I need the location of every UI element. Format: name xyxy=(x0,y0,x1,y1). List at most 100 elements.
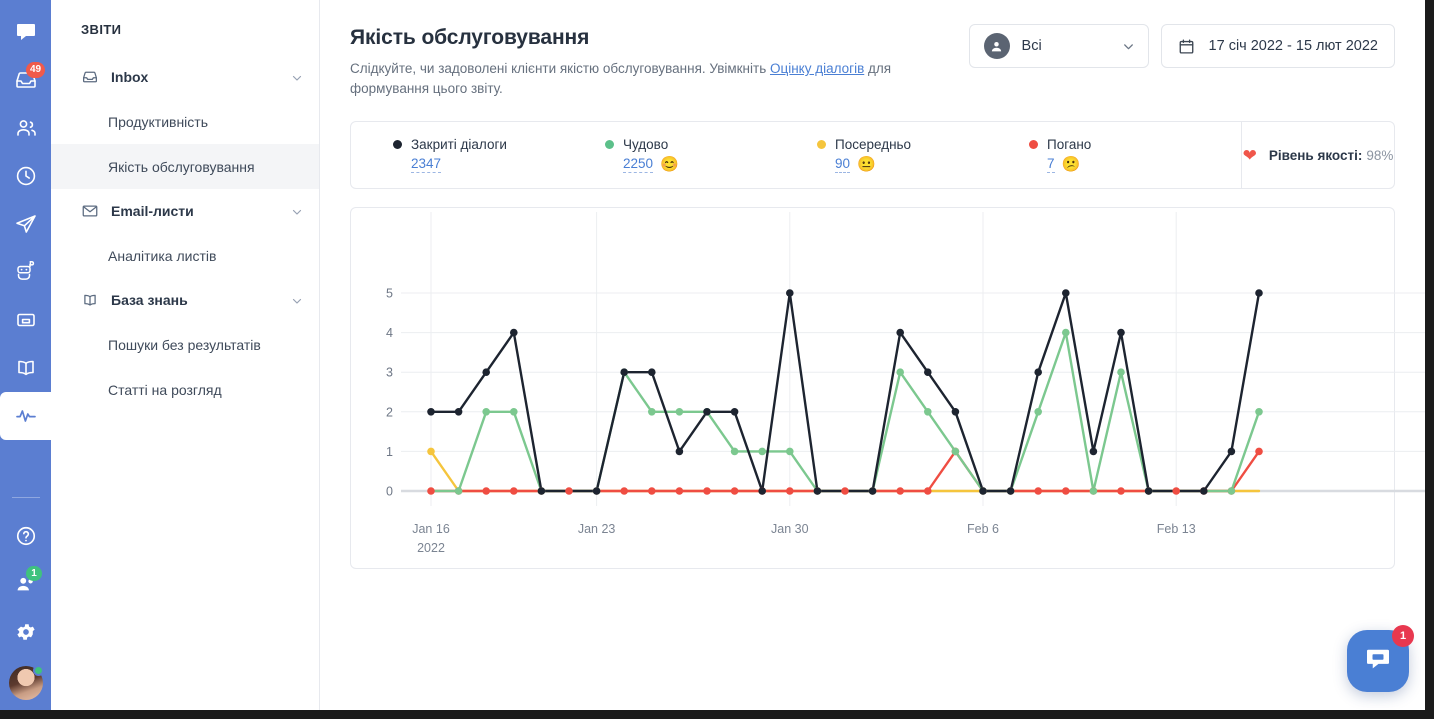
page-header: Якість обслуговування Слідкуйте, чи задо… xyxy=(350,22,1395,99)
rail-item-reports[interactable] xyxy=(0,392,51,440)
sidebar-group-inbox[interactable]: Inbox xyxy=(51,55,319,99)
legend-dot xyxy=(817,140,826,149)
calendar-icon xyxy=(1178,38,1195,55)
chats-icon xyxy=(14,20,38,44)
agent-filter-value: Всі xyxy=(1021,38,1042,54)
inbox-icon xyxy=(81,68,99,86)
online-status-dot xyxy=(32,665,44,676)
mail-icon xyxy=(81,202,99,220)
chat-widget-badge: 1 xyxy=(1392,625,1414,647)
avatar[interactable] xyxy=(8,665,44,700)
help-icon xyxy=(15,525,37,547)
inbox-badge: 49 xyxy=(26,62,46,78)
sidebar-group-label: Inbox xyxy=(111,69,149,85)
sidebar-item-service-quality[interactable]: Якість обслуговування xyxy=(51,144,319,189)
settings-icon xyxy=(15,621,37,643)
svg-text:4: 4 xyxy=(386,326,393,340)
summary-item-great: Чудово 2250 😊 xyxy=(605,137,817,173)
quality-level-label: Рівень якості: xyxy=(1268,147,1363,163)
summary-label: Посередньо xyxy=(835,137,912,152)
rail-item-team[interactable]: 1 xyxy=(0,560,51,608)
sidebar-group-label: Email-листи xyxy=(111,203,194,219)
chevron-down-icon[interactable] xyxy=(291,205,303,217)
summary-value[interactable]: 2250 xyxy=(623,156,654,173)
history-icon xyxy=(14,164,38,188)
reports-icon xyxy=(14,404,38,428)
page-header-text: Якість обслуговування Слідкуйте, чи задо… xyxy=(350,22,969,99)
app-window: 49 1 ЗВІТИ Inbox Продуктивність Якість о… xyxy=(0,0,1425,710)
sidebar-item-articles-review[interactable]: Статті на розгляд xyxy=(51,367,319,412)
agent-filter-dropdown[interactable]: Всі xyxy=(968,24,1149,68)
legend-dot xyxy=(393,140,402,149)
icon-rail-bottom: 1 xyxy=(0,497,51,700)
rail-item-help[interactable] xyxy=(0,512,51,560)
chevron-down-icon[interactable] xyxy=(291,294,303,306)
rate-dialogs-link[interactable]: Оцінку діалогів xyxy=(770,61,864,76)
page-subtitle: Слідкуйте, чи задоволені клієнти якістю … xyxy=(350,59,950,99)
summary-label: Погано xyxy=(1047,137,1092,152)
summary-item-closed-dialogs: Закриті діалоги 2347 xyxy=(393,137,605,173)
chevron-down-icon xyxy=(1122,40,1134,52)
page-header-controls: Всі 17 січ 2022 - 15 лют 2022 xyxy=(968,22,1395,68)
book-icon xyxy=(81,291,99,309)
rail-item-contacts[interactable] xyxy=(0,104,51,152)
smile-emoji: 😊 xyxy=(660,156,679,173)
rail-item-chats[interactable] xyxy=(0,8,51,56)
svg-text:Feb 6: Feb 6 xyxy=(967,522,999,536)
chevron-down-icon[interactable] xyxy=(291,71,303,83)
date-range-picker[interactable]: 17 січ 2022 - 15 лют 2022 xyxy=(1160,24,1395,68)
summary-legend: Закриті діалоги 2347 Чудово 2250 😊 Посер… xyxy=(351,122,1241,188)
person-icon xyxy=(983,33,1010,59)
rail-item-archive[interactable] xyxy=(0,296,51,344)
icon-rail: 49 1 xyxy=(0,0,51,710)
summary-value[interactable]: 90 xyxy=(835,156,851,173)
rail-item-settings[interactable] xyxy=(0,608,51,656)
chat-widget-button[interactable]: 1 xyxy=(1347,625,1414,692)
knowledge-base-icon xyxy=(14,356,38,380)
rail-item-send[interactable] xyxy=(0,200,51,248)
quality-level-block: ❤ Рівень якості: 98% xyxy=(1241,122,1394,188)
date-range-value: 17 січ 2022 - 15 лют 2022 xyxy=(1208,38,1378,54)
icon-rail-top: 49 xyxy=(0,0,51,440)
heart-icon: ❤ xyxy=(1242,145,1257,165)
svg-text:3: 3 xyxy=(386,366,393,380)
svg-text:2: 2 xyxy=(386,405,393,419)
summary-value[interactable]: 7 xyxy=(1047,156,1055,173)
svg-text:Jan 23: Jan 23 xyxy=(578,522,616,536)
service-quality-line-chart[interactable]: 0 1 2 3 4 5 Jan 16 2022 Jan 23 Jan 30 Feb 6 Feb 13 xyxy=(351,208,1425,568)
summary-value[interactable]: 2347 xyxy=(411,156,442,173)
page-title: Якість обслуговування xyxy=(350,26,590,49)
send-icon xyxy=(14,212,38,236)
neutral-emoji: 😐 xyxy=(857,156,876,173)
rail-item-knowledge-base[interactable] xyxy=(0,344,51,392)
sidebar: ЗВІТИ Inbox Продуктивність Якість обслуг… xyxy=(51,0,320,710)
main-content: Якість обслуговування Слідкуйте, чи задо… xyxy=(320,0,1425,710)
contacts-icon xyxy=(14,116,38,140)
sidebar-group-label: База знань xyxy=(111,292,188,308)
svg-text:Jan 30: Jan 30 xyxy=(771,522,809,536)
sidebar-item-email-analytics[interactable]: Аналітика листів xyxy=(51,233,319,278)
chart-card: 0 1 2 3 4 5 Jan 16 2022 Jan 23 Jan 30 Feb 6 Feb 13 xyxy=(350,207,1425,569)
quality-level-value: 98% xyxy=(1366,147,1394,163)
sidebar-item-productivity[interactable]: Продуктивність xyxy=(51,99,319,144)
frown-emoji: 😕 xyxy=(1061,156,1081,173)
summary-item-bad: Погано 7 😕 xyxy=(1029,137,1241,173)
rail-item-history[interactable] xyxy=(0,152,51,200)
summary-item-average: Посередньо 90 😐 xyxy=(817,137,1029,173)
svg-text:1: 1 xyxy=(386,445,393,459)
svg-text:2022: 2022 xyxy=(417,541,445,555)
sidebar-group-knowledge-base[interactable]: База знань xyxy=(51,278,319,322)
summary-card: Закриті діалоги 2347 Чудово 2250 😊 Посер… xyxy=(350,121,1395,189)
legend-dot xyxy=(605,140,614,149)
sidebar-group-email[interactable]: Email-листи xyxy=(51,189,319,233)
archive-icon xyxy=(14,308,38,332)
rail-item-bot[interactable] xyxy=(0,248,51,296)
rail-item-inbox[interactable]: 49 xyxy=(0,56,51,104)
legend-dot xyxy=(1029,140,1038,149)
sidebar-item-empty-searches[interactable]: Пошуки без результатів xyxy=(51,322,319,367)
summary-label: Закриті діалоги xyxy=(411,137,507,152)
svg-text:0: 0 xyxy=(386,485,393,499)
rail-divider xyxy=(11,497,40,498)
summary-label: Чудово xyxy=(623,137,669,152)
page-subtitle-part1: Слідкуйте, чи задоволені клієнти якістю … xyxy=(350,61,770,76)
